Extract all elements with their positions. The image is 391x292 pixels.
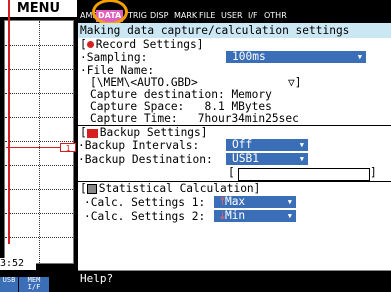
tab-if[interactable]: I/F <box>248 10 258 22</box>
calc1-value: Max <box>224 195 246 208</box>
backup-intervals-label: ·Backup Intervals: <box>78 139 200 152</box>
channel-marker: 1 <box>60 143 76 153</box>
settings-panel: Making data capture/calculation settings… <box>78 23 391 270</box>
menu-button[interactable]: MENU <box>0 0 77 17</box>
calc1-label: ·Calc. Settings 1: <box>84 196 206 209</box>
record-icon <box>86 41 94 48</box>
page-title: Making data capture/calculation settings <box>80 24 350 37</box>
tab-mark[interactable]: MARK <box>174 10 197 22</box>
calc2-label: ·Calc. Settings 2: <box>84 210 206 223</box>
file-name-label: ·File Name: <box>80 64 155 77</box>
backup-intervals-value: Off <box>232 138 253 151</box>
calc2-dropdown[interactable]: ⤓Min ▼ <box>214 210 296 222</box>
capture-time: Capture Time: 7hour34min25sec <box>90 112 299 125</box>
tab-disp[interactable]: DISP <box>150 10 168 22</box>
file-name-picker[interactable]: ▽] <box>288 77 301 88</box>
chevron-down-icon: ▼ <box>287 198 292 206</box>
file-name-value[interactable]: [\MEM\<AUTO.GBD> <box>90 77 198 88</box>
divider <box>78 270 391 271</box>
waveform-trace <box>8 0 10 244</box>
record-section-header: [Record Settings] <box>80 38 204 51</box>
backup-destination-value: USB1 <box>232 152 259 165</box>
tab-user[interactable]: USER <box>221 10 243 22</box>
backup-path-field[interactable] <box>238 168 370 181</box>
tab-trig[interactable]: TRIG <box>128 10 147 22</box>
time-readout: 3:52 <box>0 258 36 270</box>
help-bar[interactable]: Help? <box>78 270 391 292</box>
stat-section-header: [Statistical Calculation] <box>80 182 261 195</box>
tab-othr[interactable]: OTHR <box>264 10 287 22</box>
record-header-label: Record Settings] <box>95 38 204 51</box>
backup-header-label: Backup Settings] <box>99 126 208 139</box>
chevron-down-icon: ▼ <box>287 212 292 220</box>
chevron-down-icon: ▼ <box>299 155 304 163</box>
calc2-value: Min <box>224 209 246 222</box>
backup-icon <box>86 128 98 138</box>
stat-header-label: Statistical Calculation] <box>98 182 261 195</box>
backup-section-header: [Backup Settings] <box>80 126 208 139</box>
chevron-down-icon: ▼ <box>357 53 362 61</box>
backup-destination-dropdown[interactable]: USB1 ▼ <box>226 153 308 165</box>
backup-path-open: [ <box>228 166 235 179</box>
sampling-dropdown[interactable]: 100ms ▼ <box>226 51 366 63</box>
trigger-line <box>6 147 60 148</box>
calculator-icon <box>86 184 97 194</box>
sampling-value: 100ms <box>232 50 266 63</box>
backup-destination-label: ·Backup Destination: <box>78 153 213 166</box>
calc1-dropdown[interactable]: ⤒Max ▼ <box>214 196 296 208</box>
highlight-ring <box>92 0 128 25</box>
backup-path-close: ] <box>370 166 377 179</box>
mem-status-icon: MEM I/F <box>19 277 49 292</box>
capture-destination: Capture destination: Memory <box>90 88 272 101</box>
waveform-preview <box>4 20 74 264</box>
sampling-label: ·Sampling: <box>80 51 148 64</box>
chevron-down-icon: ▼ <box>299 141 304 149</box>
mem-status-sub: I/F <box>27 283 41 291</box>
grid-line <box>39 21 40 263</box>
backup-intervals-dropdown[interactable]: Off ▼ <box>226 139 308 151</box>
tab-file[interactable]: FILE <box>199 10 215 22</box>
capture-space: Capture Space: 8.1 MBytes <box>90 100 272 113</box>
usb-status-icon: USB <box>0 277 18 292</box>
